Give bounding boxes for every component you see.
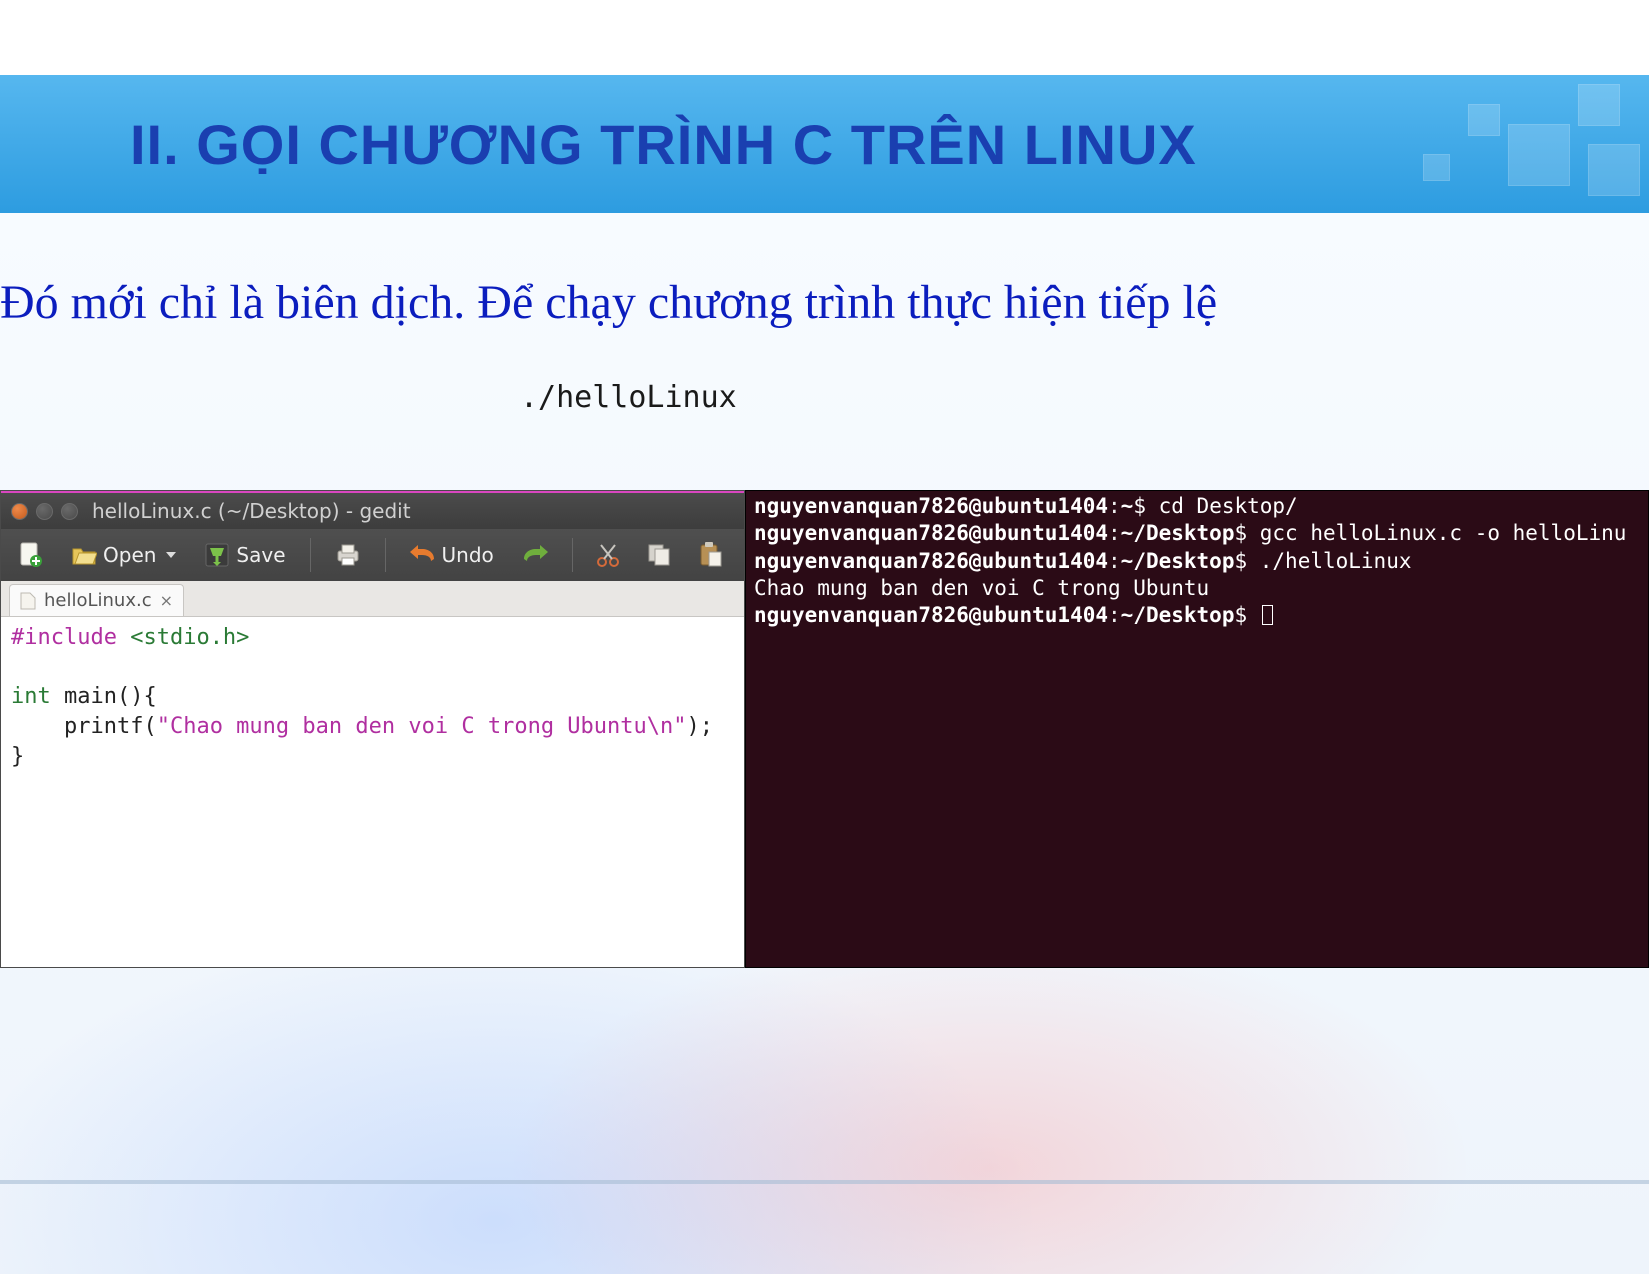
scissors-icon [597,543,619,567]
page-title: II. GỌI CHƯƠNG TRÌNH C TRÊN LINUX [0,112,1197,177]
minimize-icon[interactable] [36,503,53,520]
print-button[interactable] [327,539,369,571]
code-include-kw: #include [11,625,117,650]
top-margin [0,0,1649,75]
print-icon [335,543,361,567]
toolbar-separator [310,538,311,572]
tab-close-icon[interactable]: × [160,591,173,610]
term-path-home: ~ [1121,494,1134,518]
term-output: Chao mung ban den voi C trong Ubuntu [754,576,1209,600]
paste-button[interactable] [691,538,731,572]
maximize-icon[interactable] [61,503,78,520]
gedit-window-title: helloLinux.c (~/Desktop) - gedit [92,499,411,523]
toolbar-separator [385,538,386,572]
term-path-desktop: ~/Desktop [1121,521,1235,545]
gedit-tab[interactable]: helloLinux.c × [9,584,184,616]
code-main-sig: main(){ [51,684,157,709]
code-close-brace: } [11,744,24,769]
folder-open-icon [71,544,97,566]
file-icon [20,592,36,610]
gedit-window: helloLinux.c (~/Desktop) - gedit Open [0,490,745,968]
copy-icon [647,543,671,567]
paste-icon [699,542,723,568]
screenshot-row: helloLinux.c (~/Desktop) - gedit Open [0,490,1649,970]
chevron-down-icon [166,552,176,558]
copy-button[interactable] [639,539,679,571]
code-include-hdr: <stdio.h> [130,625,249,650]
gedit-tab-label: helloLinux.c [44,590,152,611]
open-button-label: Open [103,543,156,567]
save-icon [204,542,230,568]
cut-button[interactable] [589,539,627,571]
gedit-editor[interactable]: #include <stdio.h> int main(){ printf("C… [1,617,744,967]
redo-button[interactable] [514,541,556,569]
undo-icon [410,545,436,565]
intro-text: Đó mới chỉ là biên dịch. Để chạy chương … [0,275,1649,330]
new-file-icon [19,542,43,568]
code-printf-pre: printf( [11,714,157,739]
toolbar-separator [572,538,573,572]
term-cmd-gcc: gcc helloLinux.c -o helloLinu [1260,521,1627,545]
term-cmd-cd: cd Desktop/ [1159,494,1298,518]
save-button-label: Save [236,543,285,567]
term-userhost: nguyenvanquan7826@ubuntu1404 [754,494,1108,518]
undo-button[interactable]: Undo [402,539,502,571]
gedit-titlebar: helloLinux.c (~/Desktop) - gedit [1,491,744,529]
code-string-close: " [673,714,686,739]
term-path-desktop: ~/Desktop [1121,549,1235,573]
code-string-body: Chao mung ban den voi C trong Ubuntu [170,714,647,739]
term-cmd-run: ./helloLinux [1260,549,1412,573]
term-userhost: nguyenvanquan7826@ubuntu1404 [754,603,1108,627]
term-userhost: nguyenvanquan7826@ubuntu1404 [754,521,1108,545]
undo-button-label: Undo [442,543,494,567]
code-int-kw: int [11,684,51,709]
term-userhost: nguyenvanquan7826@ubuntu1404 [754,549,1108,573]
save-button[interactable]: Save [196,538,293,572]
header-band: II. GỌI CHƯƠNG TRÌNH C TRÊN LINUX [0,75,1649,213]
gedit-toolbar: Open Save [1,529,744,581]
code-string-esc: \n [647,714,674,739]
open-button[interactable]: Open [63,539,184,571]
code-string-open: " [157,714,170,739]
code-printf-post: ); [687,714,714,739]
redo-icon [522,545,548,565]
slide: II. GỌI CHƯƠNG TRÌNH C TRÊN LINUX Đó mới… [0,0,1649,1274]
term-path-desktop: ~/Desktop [1121,603,1235,627]
new-file-button[interactable] [11,538,51,572]
terminal-cursor [1262,605,1273,625]
header-decoration [1349,75,1649,213]
close-icon[interactable] [11,503,28,520]
terminal-window[interactable]: nguyenvanquan7826@ubuntu1404:~$ cd Deskt… [745,490,1649,968]
run-command: ./helloLinux [520,380,737,415]
gedit-tabstrip: helloLinux.c × [1,581,744,617]
footer-divider [0,1180,1649,1184]
